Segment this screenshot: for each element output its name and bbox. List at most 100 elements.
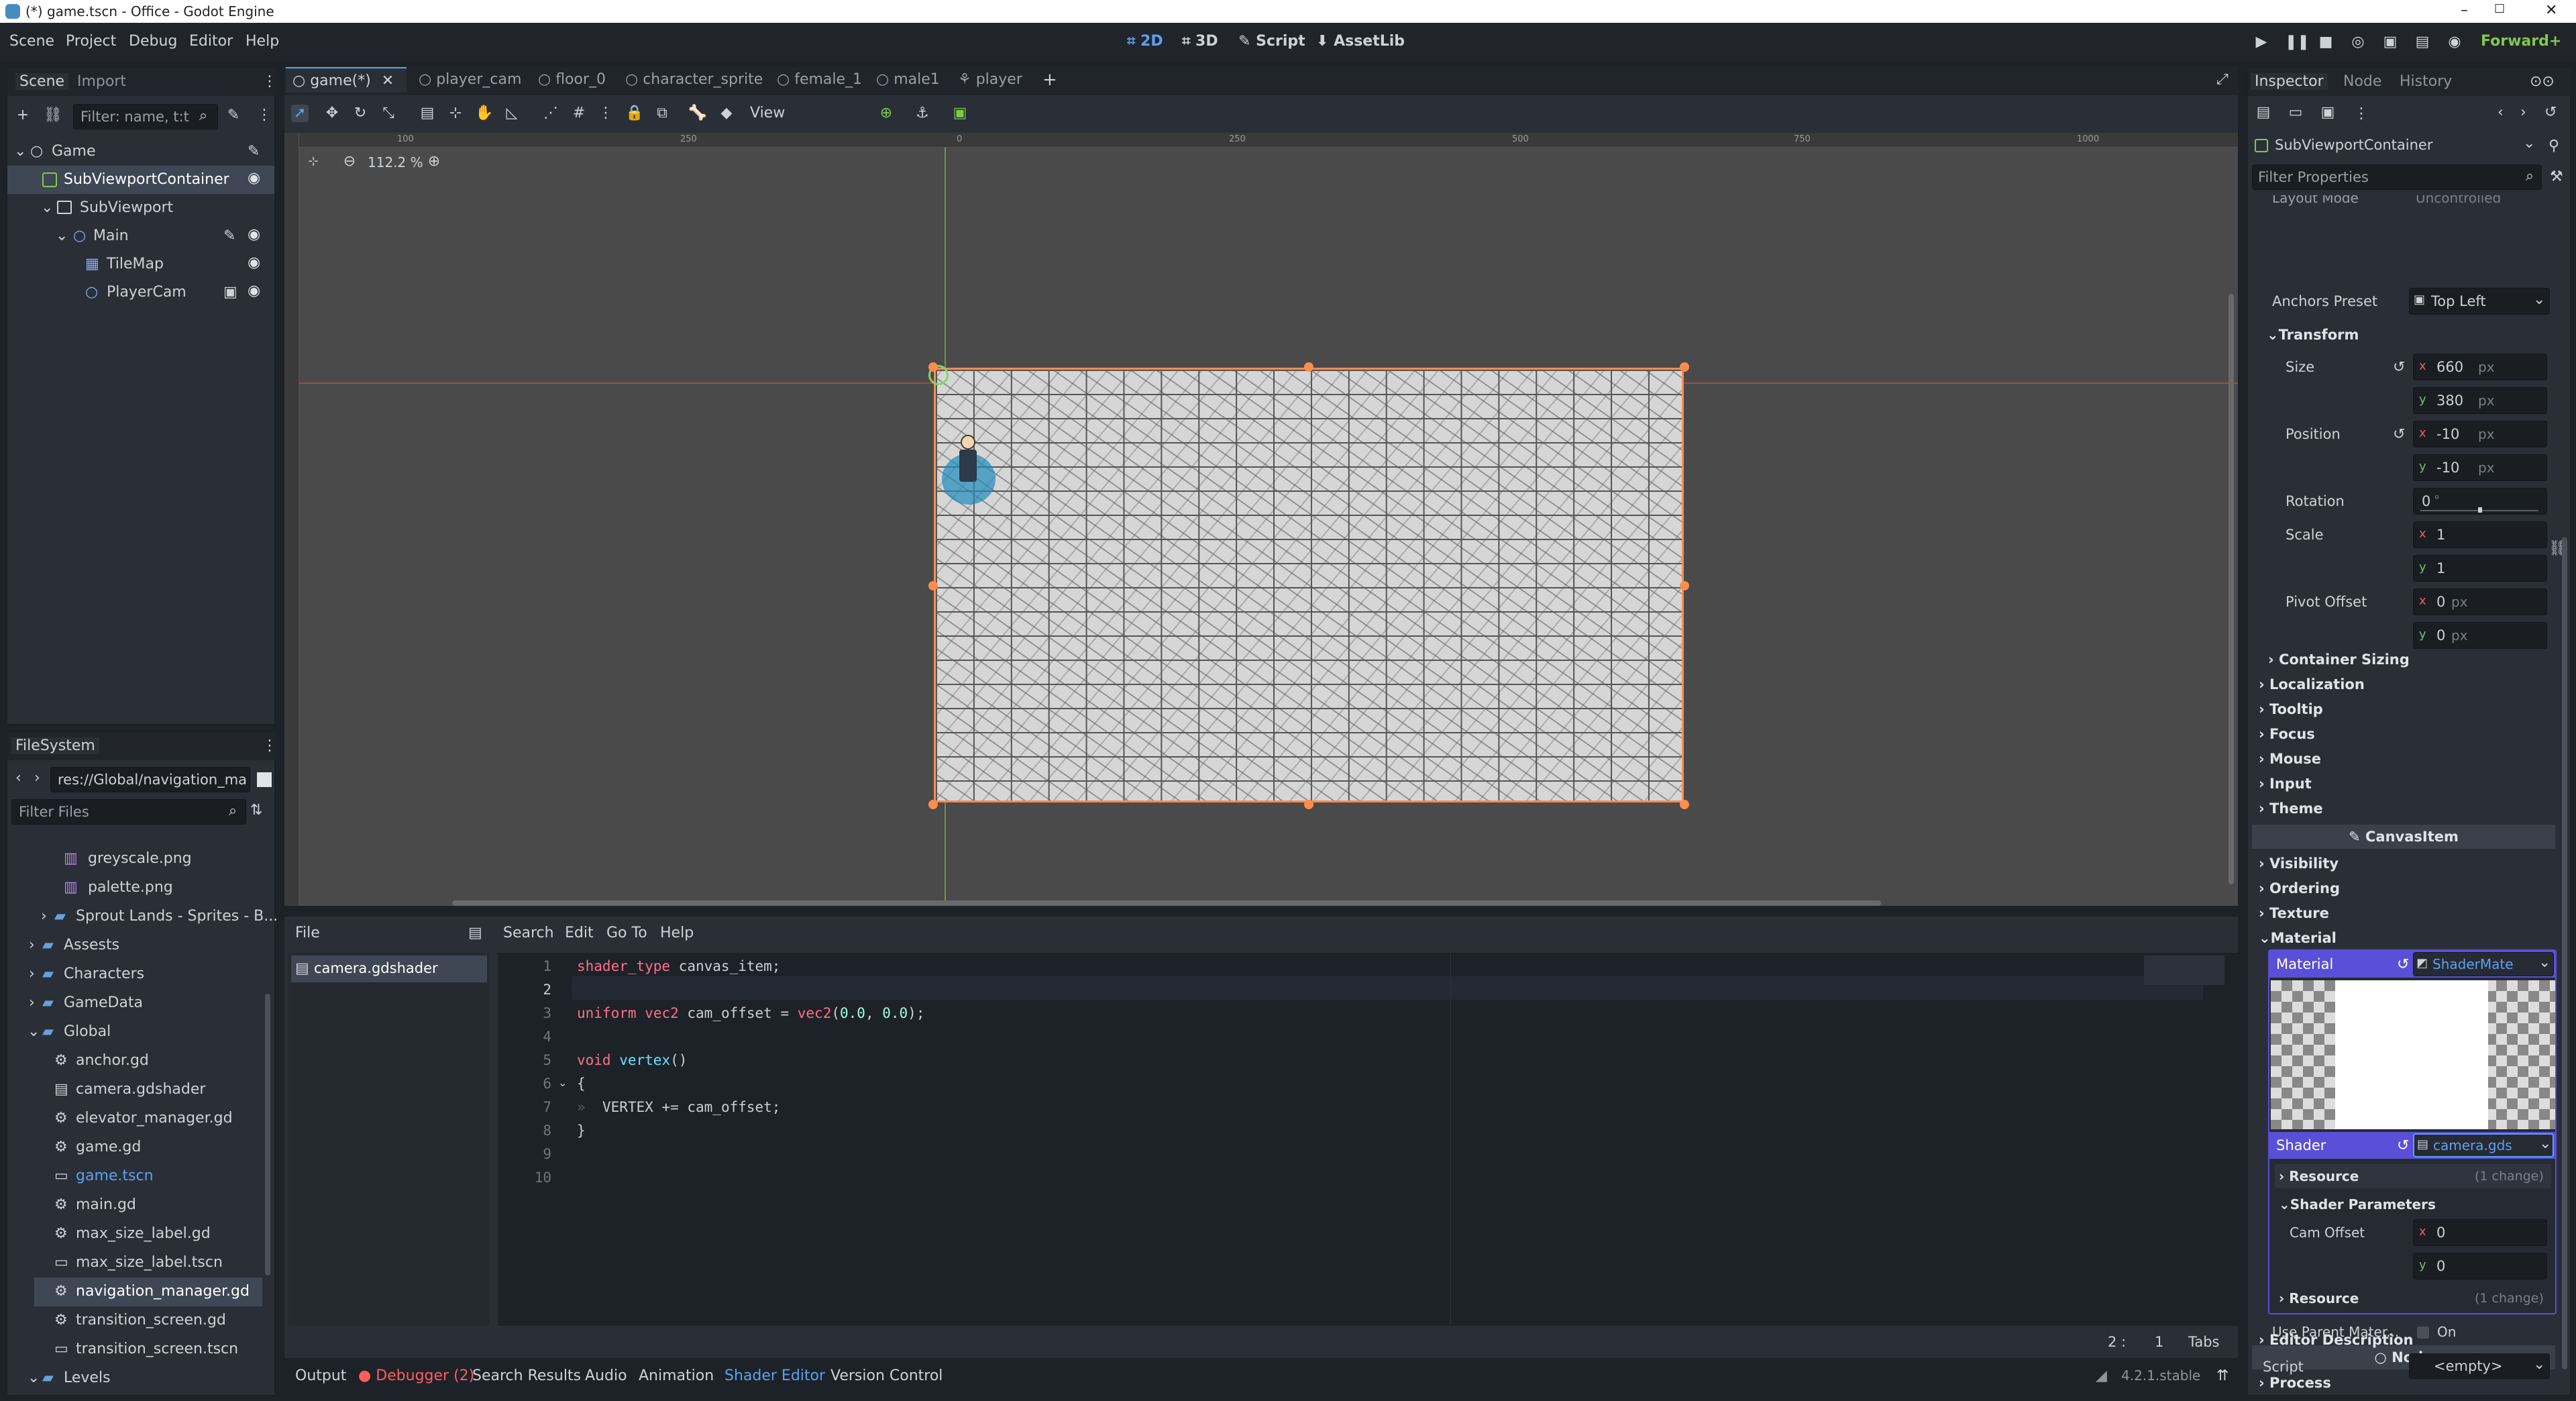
filesystem-scrollbar[interactable] — [265, 994, 270, 1276]
revert-icon[interactable]: ↺ — [2393, 359, 2405, 376]
collapse-arrow-icon[interactable]: ⌄ — [14, 143, 26, 160]
file-item-game-tscn[interactable]: ▭ game.tscn — [7, 1162, 256, 1191]
collapse-arrow-icon[interactable]: ⌄ — [56, 227, 68, 244]
tab-output[interactable]: Output — [295, 1367, 346, 1384]
resize-handle-left[interactable] — [928, 581, 938, 590]
stop-icon[interactable]: ■ — [2317, 34, 2334, 51]
snap-options-icon[interactable]: ⋮ — [597, 105, 614, 122]
visibility-eye-icon[interactable]: ◉ — [248, 254, 260, 271]
add-node-icon[interactable]: + — [14, 107, 32, 124]
section-ordering[interactable]: › Ordering — [2259, 880, 2340, 896]
viewport-vertical-scrollbar[interactable] — [2229, 294, 2234, 884]
camera-icon[interactable]: ▣ — [223, 284, 237, 301]
history-back-icon[interactable]: ‹ — [2498, 104, 2504, 121]
movie-maker-icon[interactable]: ◉ — [2446, 34, 2463, 51]
cam-offset-y-field[interactable]: y0 — [2413, 1253, 2547, 1280]
shader-menu-file[interactable]: File — [295, 925, 320, 941]
inspector-scrollbar[interactable] — [2562, 537, 2567, 1369]
section-visibility[interactable]: › Visibility — [2259, 855, 2339, 872]
tree-node-playercam[interactable]: ○ PlayerCam ▣ ◉ — [7, 278, 274, 307]
use-parent-checkbox[interactable] — [2417, 1327, 2429, 1339]
fold-arrow-icon[interactable]: ⌄ — [558, 1076, 567, 1089]
file-item-max-size-label-tscn[interactable]: ▭ max_size_label.tscn — [7, 1249, 256, 1278]
select-tool-icon[interactable]: ➚ — [291, 105, 309, 122]
transform-section-header[interactable]: ⌄Transform — [2267, 327, 2359, 343]
back-arrow-icon[interactable]: ‹ — [15, 770, 21, 786]
section-texture[interactable]: › Texture — [2259, 905, 2329, 921]
tab-shader-editor[interactable]: Shader Editor — [724, 1367, 825, 1384]
folder-item-assests[interactable]: › ▰ Assests — [7, 931, 256, 960]
code-minimap[interactable] — [2144, 955, 2224, 985]
file-item-anchor-gd[interactable]: ⚙ anchor.gd — [7, 1047, 256, 1076]
collapse-arrow-icon[interactable]: ⌄ — [41, 199, 53, 216]
file-item-max-size-label-gd[interactable]: ⚙ max_size_label.gd — [7, 1220, 256, 1249]
workspace-2d-button[interactable]: ⌗ 2D — [1127, 33, 1163, 50]
file-item-palette[interactable]: ▥ palette.png — [7, 874, 256, 902]
container-layout-icon[interactable]: ▣ — [951, 105, 969, 122]
folder-item-gamedata[interactable]: › ▰ GameData — [7, 989, 256, 1018]
maximize-button[interactable]: ☐ — [2494, 2, 2505, 16]
file-item-transition-screen-gd[interactable]: ⚙ transition_screen.gd — [7, 1306, 256, 1335]
shader-resource-section[interactable]: › Resource (1 change) — [2275, 1164, 2551, 1188]
scale-y-field[interactable]: y1 — [2413, 555, 2547, 582]
cam-offset-x-field[interactable]: x0 — [2413, 1219, 2547, 1246]
visibility-eye-icon[interactable]: ◉ — [248, 226, 260, 243]
file-item-elevator-manager[interactable]: ⚙ elevator_manager.gd — [7, 1104, 256, 1133]
shader-file-item[interactable]: ▤ camera.gdshader — [291, 955, 487, 982]
tree-node-game[interactable]: ⌄ ○ Game ✎ — [7, 138, 274, 166]
sort-files-icon[interactable]: ⇅ — [250, 802, 262, 819]
tree-node-subviewport[interactable]: ⌄ SubViewport — [7, 194, 274, 222]
pivot-x-field[interactable]: x 0 px — [2413, 588, 2547, 615]
resource-menu-icon[interactable]: ⋮ — [2354, 105, 2369, 122]
close-tab-icon[interactable]: ✕ — [371, 72, 394, 89]
ruler-tool-icon[interactable]: ◺ — [503, 105, 521, 122]
add-anchor-icon[interactable]: ⊕ — [877, 105, 895, 122]
section-container-sizing[interactable]: › Container Sizing — [2268, 652, 2410, 668]
center-view-icon[interactable]: ⊹ — [305, 153, 322, 170]
forward-arrow-icon[interactable]: › — [34, 770, 40, 786]
anchor-icon[interactable]: ⚓ — [914, 105, 931, 122]
skeleton-icon[interactable]: 🦴 — [688, 105, 706, 122]
tab-inspector[interactable]: Inspector — [2251, 73, 2328, 90]
resize-handle-bottom-right[interactable] — [1680, 800, 1689, 809]
dock-options-icon[interactable]: ⊙⊙ — [2530, 73, 2555, 90]
menu-editor[interactable]: Editor — [189, 33, 233, 50]
menu-debug[interactable]: Debug — [129, 33, 177, 50]
file-item-transition-screen-tscn[interactable]: ▭ transition_screen.tscn — [7, 1335, 256, 1364]
visibility-eye-icon[interactable]: ◉ — [248, 282, 260, 299]
view-menu-button[interactable]: View — [750, 105, 785, 121]
shader-menu-help[interactable]: Help — [660, 925, 694, 941]
tab-audio[interactable]: Audio — [585, 1367, 627, 1384]
rotation-slider-grabber[interactable] — [2478, 507, 2482, 513]
tilemap-floor[interactable] — [934, 368, 1684, 802]
file-item-camera-gdshader[interactable]: ▤ camera.gdshader — [7, 1076, 256, 1104]
expand-bottom-panel-icon[interactable]: ⇈ — [2216, 1367, 2229, 1384]
file-item-main-gd[interactable]: ⚙ main.gd — [7, 1191, 256, 1220]
expand-arrow-icon[interactable]: › — [29, 994, 35, 1011]
section-focus[interactable]: › Focus — [2259, 726, 2315, 742]
section-tooltip[interactable]: › Tooltip — [2259, 701, 2323, 717]
tab-search-results[interactable]: Search Results — [472, 1367, 581, 1384]
section-editor-description[interactable]: › Editor Description — [2259, 1332, 2414, 1348]
anchors-preset-select[interactable]: ▣ Top Left ⌄ — [2409, 288, 2550, 315]
rotation-slider[interactable]: 0 ° — [2413, 488, 2547, 515]
scene-tab-game[interactable]: ○ game(*) ✕ — [286, 67, 407, 93]
play-custom-scene-icon[interactable]: ▤ — [2414, 34, 2431, 51]
play-icon[interactable]: ▶ — [2253, 34, 2270, 51]
workspace-3d-button[interactable]: ⌗ 3D — [1182, 33, 1218, 50]
folder-item-levels[interactable]: ⌄ ▰ Levels — [7, 1364, 256, 1393]
code-editor[interactable]: 1 2 3 4 5 6 7 8 9 10 ⌄ shader_type canva… — [498, 953, 2238, 1326]
menu-help[interactable]: Help — [246, 33, 279, 50]
shader-menu-edit[interactable]: Edit — [565, 925, 594, 941]
distraction-free-icon[interactable]: ⤢ — [2216, 67, 2229, 93]
collapse-arrow-icon[interactable]: ⌄ — [28, 1023, 40, 1040]
attach-script-icon[interactable]: ✎ — [225, 107, 242, 124]
lock-icon[interactable]: 🔒 — [625, 105, 643, 122]
viewport-horizontal-scrollbar[interactable] — [452, 900, 1881, 906]
group-icon[interactable]: ⧉ — [653, 105, 671, 122]
shader-parameters-section[interactable]: ⌄Shader Parameters — [2275, 1192, 2551, 1216]
tab-filesystem[interactable]: FileSystem — [11, 737, 99, 754]
pivot-y-field[interactable]: y 0 px — [2413, 622, 2547, 649]
shader-resource-picker[interactable]: ▤ camera.gds ⌄ — [2413, 1133, 2554, 1157]
file-item-navigation-manager[interactable]: ⚙ navigation_manager.gd — [34, 1278, 262, 1306]
